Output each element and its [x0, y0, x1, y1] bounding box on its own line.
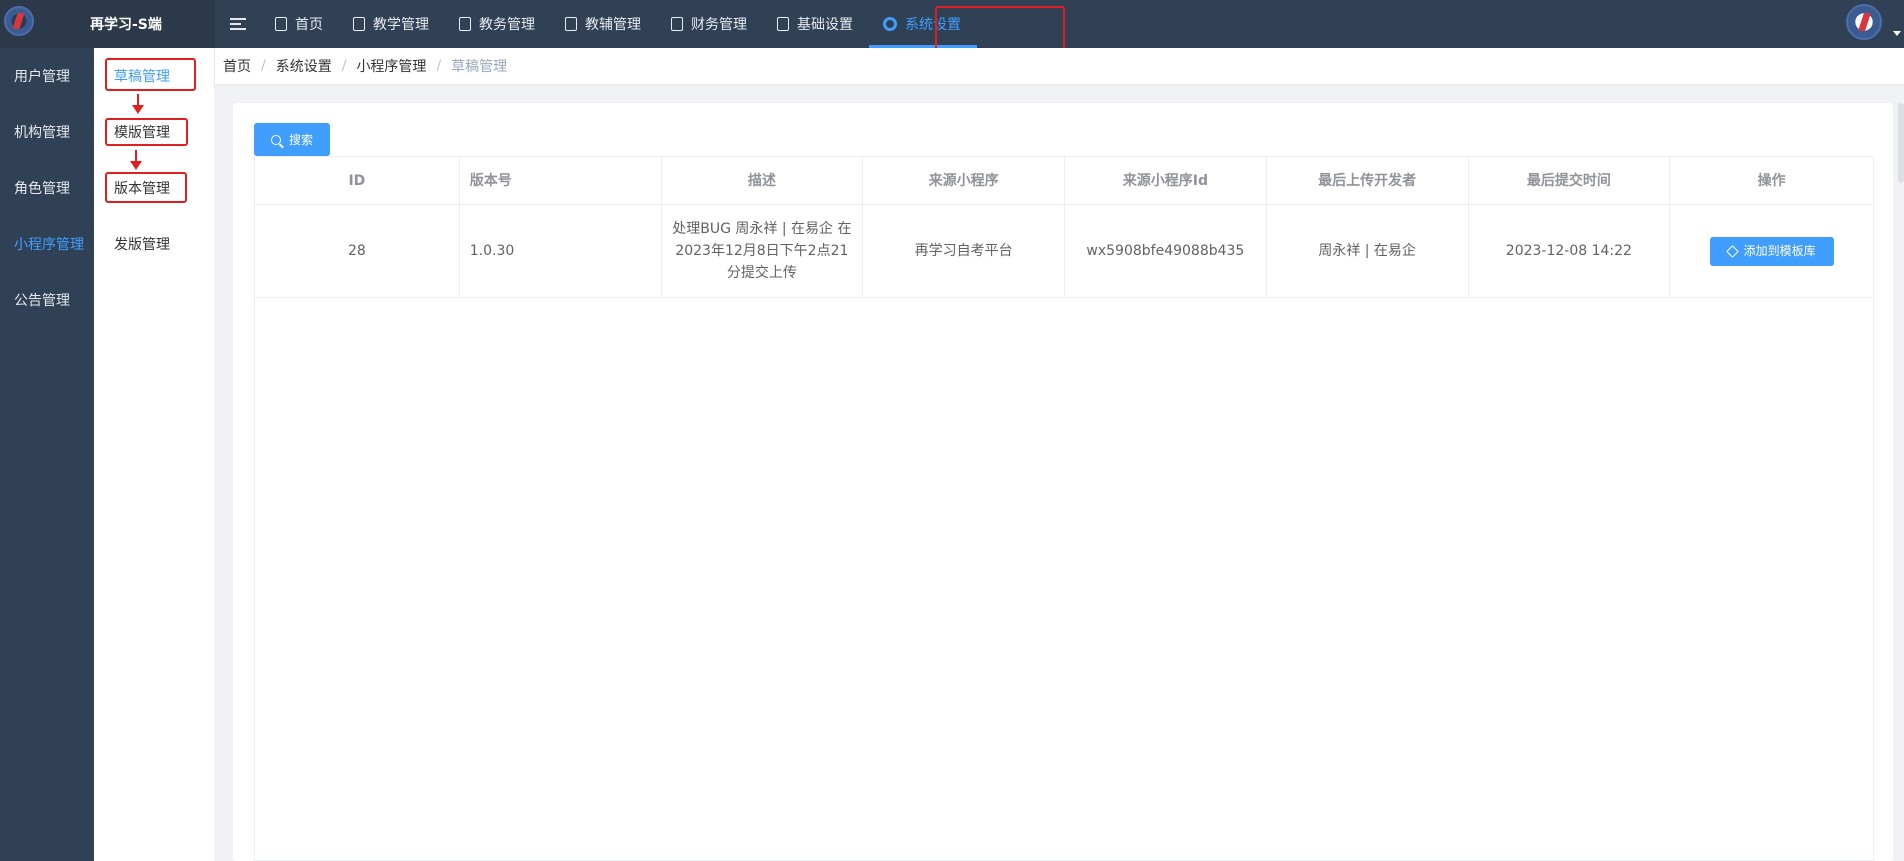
add-to-template-library-button[interactable]: 添加到模板库	[1709, 236, 1834, 266]
highlight-box-versions	[105, 172, 187, 203]
top-nav: 首页 教学管理 教务管理 教辅管理 财务管理 基础设置 系统设置	[261, 0, 977, 48]
cell-actions: 添加到模板库	[1670, 205, 1873, 297]
sidebar-item-miniprogram[interactable]: 小程序管理	[0, 216, 94, 272]
cell-id: 28	[255, 205, 460, 297]
chevron-down-icon[interactable]	[1893, 31, 1901, 36]
menu-toggle-icon[interactable]	[215, 0, 261, 48]
highlight-box-drafts	[105, 58, 196, 91]
cell-developer: 周永祥 | 在易企	[1267, 205, 1469, 297]
document-icon	[459, 17, 471, 31]
header-actions: 操作	[1757, 172, 1786, 189]
header-version: 版本号	[460, 157, 662, 204]
topnav-label: 教辅管理	[585, 17, 641, 33]
cell-description: 处理BUG 周永祥 | 在易企 在2023年12月8日下午2点21分提交上传	[662, 205, 864, 297]
breadcrumb-home[interactable]: 首页	[223, 56, 251, 76]
sidebar: 用户管理 机构管理 角色管理 小程序管理 公告管理	[0, 48, 94, 861]
topnav-label: 首页	[295, 17, 323, 33]
header-source-app: 来源小程序	[863, 157, 1065, 204]
gear-icon	[883, 17, 897, 31]
arrow-down-icon	[132, 94, 144, 114]
cell-source-app: 再学习自考平台	[863, 205, 1065, 297]
topnav-label: 教学管理	[373, 17, 429, 33]
breadcrumb: 首页 / 系统设置 / 小程序管理 / 草稿管理	[215, 48, 1904, 84]
search-icon	[270, 134, 281, 145]
edit-icon	[1725, 244, 1739, 258]
topnav-label: 财务管理	[691, 17, 747, 33]
cell-source-app-id: wx5908bfe49088b435	[1065, 205, 1267, 297]
brand-title: 再学习-S端	[90, 17, 162, 33]
add-button-label: 添加到模板库	[1743, 244, 1816, 258]
search-button[interactable]: 搜索	[254, 123, 330, 156]
topnav-item-teaching[interactable]: 教学管理	[339, 0, 445, 48]
scrollbar[interactable]	[1898, 103, 1904, 183]
logo-icon	[4, 6, 34, 36]
header-description: 描述	[662, 157, 864, 204]
tag-icon	[671, 17, 683, 31]
highlight-box-templates	[105, 118, 188, 146]
avatar[interactable]	[1846, 4, 1882, 40]
sidebar-item-announcements[interactable]: 公告管理	[0, 272, 94, 328]
header-id: ID	[255, 157, 460, 204]
home-icon	[275, 17, 287, 31]
brand: 再学习-S端	[0, 0, 215, 48]
sidebar-item-users[interactable]: 用户管理	[0, 48, 94, 104]
topnav-item-academic[interactable]: 教务管理	[445, 0, 551, 48]
header-source-app-id: 来源小程序Id	[1065, 157, 1267, 204]
header-submit-time: 最后提交时间	[1469, 157, 1671, 204]
header-developer: 最后上传开发者	[1267, 157, 1469, 204]
highlight-box-system-settings	[935, 6, 1065, 54]
table-header: ID 版本号 描述 来源小程序 来源小程序Id 最后上传开发者 最后提交时间 操…	[255, 157, 1873, 205]
subnav-item-releases[interactable]: 发版管理	[94, 216, 214, 272]
cell-version: 1.0.30	[460, 205, 662, 297]
search-button-label: 搜索	[288, 133, 313, 147]
cell-submit-time: 2023-12-08 14:22	[1469, 205, 1671, 297]
drafts-table: ID 版本号 描述 来源小程序 来源小程序Id 最后上传开发者 最后提交时间 操…	[254, 156, 1874, 861]
topnav-label: 基础设置	[797, 17, 853, 33]
sub-sidebar: 草稿管理 模版管理 版本管理 发版管理	[94, 48, 215, 861]
arrow-down-icon	[130, 150, 142, 170]
topnav-item-home[interactable]: 首页	[261, 0, 339, 48]
book-icon	[353, 17, 365, 31]
notebook-icon	[565, 17, 577, 31]
breadcrumb-system-settings[interactable]: 系统设置	[276, 56, 332, 76]
file-icon	[777, 17, 789, 31]
topnav-label: 教务管理	[479, 17, 535, 33]
topnav-item-basic-settings[interactable]: 基础设置	[763, 0, 869, 48]
topnav-item-assist[interactable]: 教辅管理	[551, 0, 657, 48]
table-row: 28 1.0.30 处理BUG 周永祥 | 在易企 在2023年12月8日下午2…	[255, 205, 1873, 298]
breadcrumb-current: 草稿管理	[451, 59, 508, 75]
breadcrumb-miniprogram[interactable]: 小程序管理	[356, 56, 426, 76]
sidebar-item-roles[interactable]: 角色管理	[0, 160, 94, 216]
sidebar-item-organizations[interactable]: 机构管理	[0, 104, 94, 160]
topnav-item-finance[interactable]: 财务管理	[657, 0, 763, 48]
